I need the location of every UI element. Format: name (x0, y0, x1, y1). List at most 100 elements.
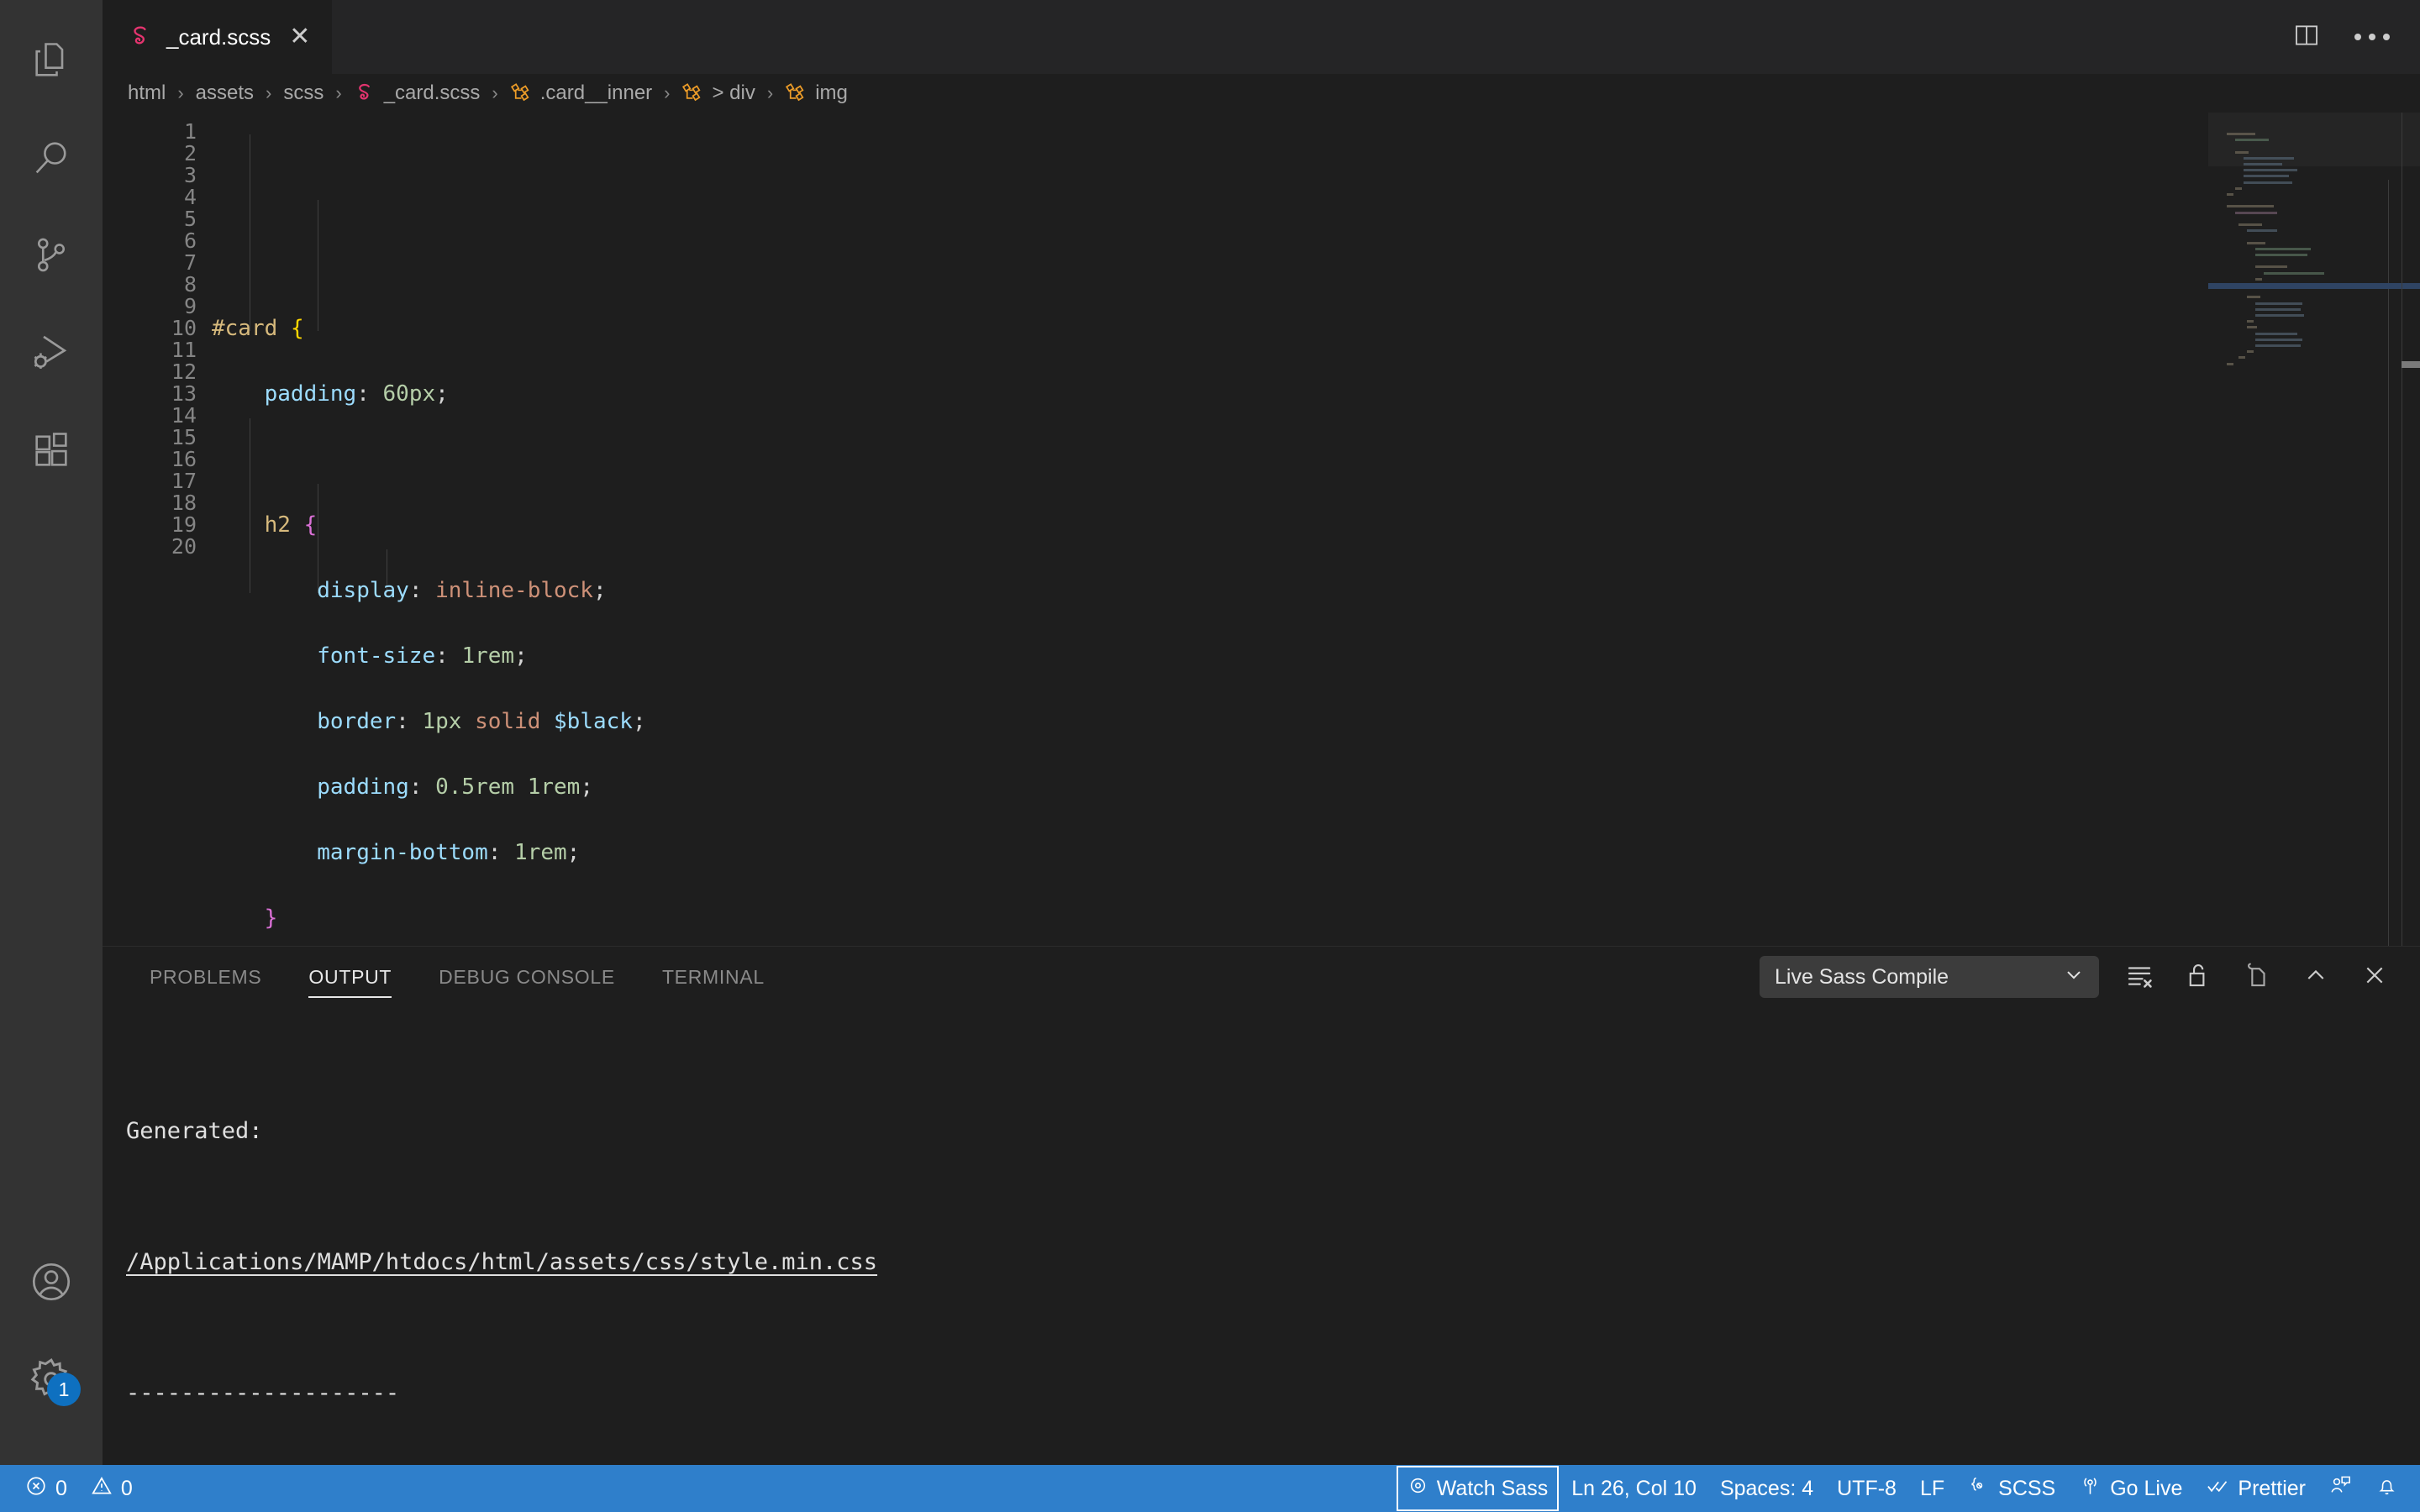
chevron-down-icon (2062, 963, 2086, 992)
warning-icon (91, 1475, 113, 1503)
status-indentation[interactable]: Spaces: 4 (1708, 1465, 1825, 1512)
line-number: 14 (171, 403, 197, 428)
symbol-ruler-icon (785, 82, 807, 104)
editor-actions (2292, 0, 2420, 74)
breadcrumb-label: .card__inner (539, 81, 653, 104)
bottom-panel: PROBLEMS OUTPUT DEBUG CONSOLE TERMINAL L… (103, 946, 2420, 1465)
code-line: display: inline-block; (317, 578, 607, 603)
files-icon (29, 39, 73, 82)
symbol-ruler-icon (681, 82, 703, 104)
status-watch-sass[interactable]: Watch Sass (1396, 1465, 1560, 1512)
breadcrumb: html › assets › scss › _card.scss › .car… (103, 74, 2420, 113)
tab-label: _card.scss (166, 24, 271, 50)
maximize-panel-button[interactable] (2297, 958, 2334, 995)
code-line: h2 { (264, 512, 318, 538)
sidebar-item-extensions[interactable] (0, 402, 103, 499)
breadcrumb-item-div[interactable]: > div (680, 81, 756, 105)
output-channel-select[interactable]: Live Sass Compile (1760, 956, 2099, 998)
line-number: 16 (171, 447, 197, 471)
tab-card-scss[interactable]: _card.scss ✕ (103, 0, 333, 74)
sidebar-item-run-debug[interactable] (0, 304, 103, 402)
close-icon (2361, 962, 2388, 993)
accounts-button[interactable] (0, 1233, 103, 1331)
status-notifications[interactable] (2364, 1465, 2410, 1512)
scrollbar-thumb[interactable] (2402, 361, 2420, 368)
close-icon[interactable]: ✕ (284, 24, 310, 50)
editor-vertical-scrollbar[interactable] (2402, 113, 2420, 946)
lock-scroll-button[interactable] (2180, 958, 2217, 995)
status-bar-left: 0 0 (0, 1465, 145, 1512)
tab-terminal[interactable]: TERMINAL (639, 947, 788, 1007)
sidebar-item-explorer[interactable] (0, 12, 103, 109)
breadcrumb-separator: › (266, 82, 272, 103)
line-number: 19 (171, 512, 197, 537)
split-editor-icon[interactable] (2292, 21, 2321, 54)
prettier-label: Prettier (2238, 1476, 2306, 1500)
symbol-ruler-icon (510, 82, 532, 104)
manage-settings-button[interactable]: 1 (0, 1331, 103, 1428)
breadcrumb-separator: › (177, 82, 184, 103)
tab-debug-console[interactable]: DEBUG CONSOLE (415, 947, 639, 1007)
code-wrap: 1 2 3 4 5 6 7 8 9 10 11 12 13 14 15 16 1… (103, 113, 2420, 946)
breadcrumb-item-scss[interactable]: scss (281, 81, 325, 105)
feedback-icon (2329, 1474, 2352, 1503)
line-number: 12 (171, 360, 197, 384)
sidebar-item-source-control[interactable] (0, 207, 103, 304)
output-channel-value: Live Sass Compile (1775, 964, 1949, 989)
code-content[interactable]: #card { padding: 60px; h2 { display: inl… (212, 113, 2420, 946)
code-line: padding: 60px; (264, 381, 449, 407)
search-icon (29, 136, 73, 180)
code-line: padding: 0.5rem 1rem; (317, 774, 593, 800)
breadcrumb-item-assets[interactable]: assets (194, 81, 255, 105)
status-encoding[interactable]: UTF-8 (1825, 1465, 1908, 1512)
sidebar-item-search[interactable] (0, 109, 103, 207)
status-go-live[interactable]: Go Live (2067, 1465, 2194, 1512)
status-cursor-position[interactable]: Ln 26, Col 10 (1560, 1465, 1708, 1512)
line-number: 10 (171, 316, 197, 340)
clear-output-button[interactable] (2121, 958, 2158, 995)
line-number: 7 (183, 250, 197, 275)
breadcrumb-item-img[interactable]: img (783, 81, 850, 105)
breadcrumb-label: img (815, 81, 848, 104)
eye-icon (1407, 1475, 1428, 1502)
line-number: 8 (183, 272, 197, 297)
error-count: 0 (55, 1476, 67, 1500)
status-language-mode[interactable]: SCSS (1956, 1465, 2067, 1512)
warning-count: 0 (120, 1476, 133, 1500)
close-panel-button[interactable] (2356, 958, 2393, 995)
code-line: font-size: 1rem; (317, 643, 528, 669)
panel-tab-label: OUTPUT (308, 965, 392, 988)
open-in-editor-icon (2243, 961, 2271, 994)
breadcrumb-item-html[interactable]: html (126, 81, 167, 105)
status-feedback[interactable] (2317, 1465, 2364, 1512)
editor-tab-bar: _card.scss ✕ (103, 0, 2420, 74)
open-in-editor-button[interactable] (2238, 958, 2275, 995)
breadcrumb-label: assets (195, 81, 255, 104)
tab-problems[interactable]: PROBLEMS (126, 947, 285, 1007)
breadcrumb-item-card-scss[interactable]: _card.scss (352, 81, 482, 106)
go-live-label: Go Live (2110, 1476, 2183, 1500)
output-content[interactable]: Generated: /Applications/MAMP/htdocs/htm… (103, 1007, 2420, 1465)
breadcrumb-label: _card.scss (383, 81, 481, 104)
status-problems[interactable]: 0 0 (13, 1465, 145, 1512)
breadcrumb-label: scss (283, 81, 324, 104)
breadcrumb-separator: › (492, 82, 498, 103)
output-line[interactable]: /Applications/MAMP/htdocs/html/assets/cs… (126, 1241, 2420, 1284)
code-editor[interactable]: 1 2 3 4 5 6 7 8 9 10 11 12 13 14 15 16 1… (103, 113, 2420, 946)
checks-icon (2206, 1474, 2229, 1504)
line-number: 1 (183, 119, 197, 144)
breadcrumb-separator: › (335, 82, 342, 103)
breadcrumb-label: > div (712, 81, 755, 104)
status-prettier[interactable]: Prettier (2194, 1465, 2317, 1512)
panel-tab-label: PROBLEMS (150, 965, 262, 988)
line-number: 11 (171, 338, 197, 362)
status-eol[interactable]: LF (1908, 1465, 1956, 1512)
account-icon (29, 1259, 74, 1305)
tab-output[interactable]: OUTPUT (285, 947, 415, 1007)
output-file-link[interactable]: /Applications/MAMP/htdocs/html/assets/cs… (126, 1249, 877, 1275)
breadcrumb-item-card-inner[interactable]: .card__inner (508, 81, 654, 105)
more-actions-icon[interactable] (2354, 34, 2390, 40)
language-mode-label: SCSS (1998, 1476, 2056, 1500)
encoding-label: UTF-8 (1837, 1476, 1897, 1500)
